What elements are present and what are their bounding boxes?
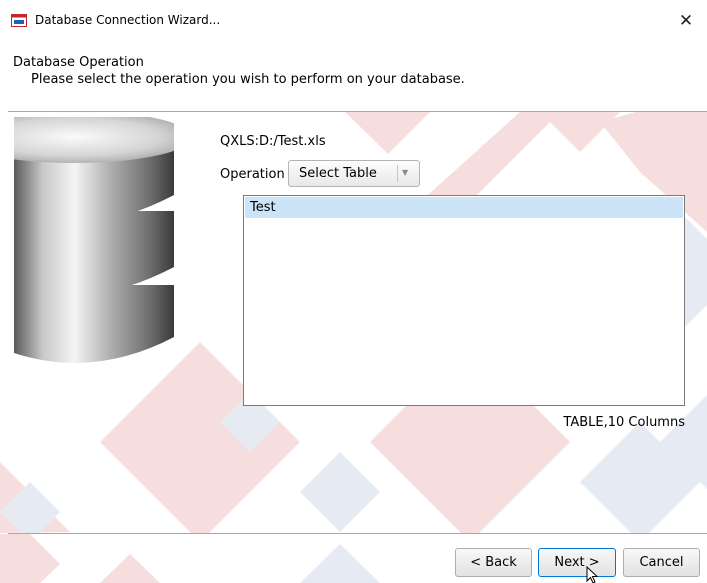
window-title: Database Connection Wizard... <box>35 13 221 27</box>
close-icon: ✕ <box>678 11 694 31</box>
page-subtitle: Please select the operation you wish to … <box>31 72 465 87</box>
operation-select[interactable]: Select Table ▼ <box>288 160 420 187</box>
list-item[interactable]: Test <box>245 197 683 218</box>
table-list[interactable]: Test <box>243 195 685 406</box>
page-title: Database Operation <box>13 55 144 70</box>
close-button[interactable]: ✕ <box>673 8 699 34</box>
wizard-body: QXLS:D:/Test.xls Operation Select Table … <box>0 112 707 533</box>
next-button[interactable]: Next > <box>538 548 616 577</box>
table-info-label: TABLE,10 Columns <box>563 415 685 430</box>
select-divider <box>397 165 398 182</box>
connection-source-label: QXLS:D:/Test.xls <box>220 134 326 149</box>
operation-label: Operation <box>220 167 285 182</box>
chevron-down-icon[interactable]: ▼ <box>402 168 408 177</box>
title-bar: Database Connection Wizard... ✕ <box>0 0 707 44</box>
cancel-button[interactable]: Cancel <box>623 548 700 577</box>
mouse-cursor-icon <box>586 566 599 583</box>
wizard-header: Database Operation Please select the ope… <box>0 44 707 111</box>
database-icon <box>14 117 174 363</box>
wizard-window-icon <box>11 14 27 27</box>
wizard-footer: < Back Next > Cancel <box>0 534 707 583</box>
operation-select-value: Select Table <box>299 166 377 181</box>
back-button[interactable]: < Back <box>455 548 532 577</box>
